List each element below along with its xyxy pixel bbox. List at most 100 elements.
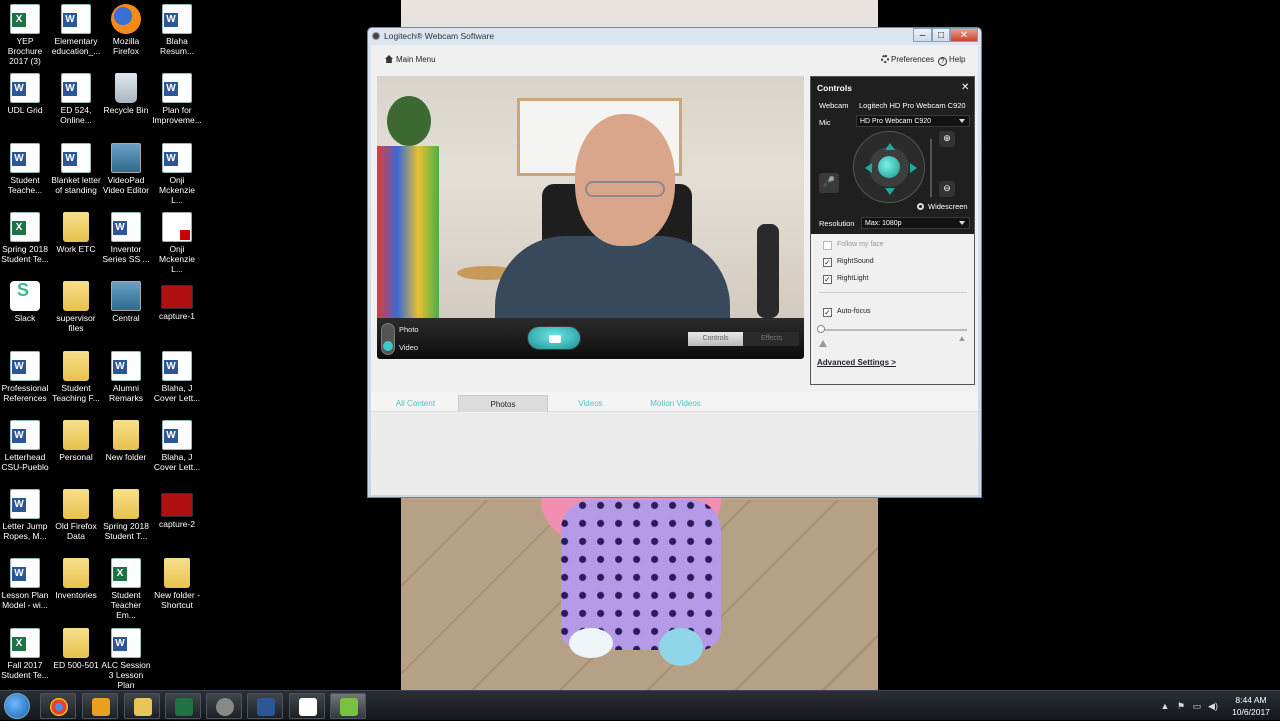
start-button[interactable]: [4, 693, 30, 719]
rightlight-label[interactable]: RightLight: [837, 275, 869, 282]
desktop-icon[interactable]: Plan for Improveme...: [152, 73, 202, 125]
advanced-settings-link[interactable]: Advanced Settings >: [817, 358, 896, 367]
tab-motion-videos[interactable]: Motion Videos: [633, 395, 718, 412]
pan-tilt-center-button[interactable]: [878, 156, 900, 178]
desktop-icon[interactable]: ALC Session 3 Lesson Plan: [101, 627, 151, 690]
auto-focus-checkbox[interactable]: ✓: [823, 308, 832, 317]
desktop-icon[interactable]: Central: [101, 281, 151, 323]
clock-time[interactable]: 8:44 AM: [1231, 695, 1271, 705]
taskbar-camtasia[interactable]: [330, 693, 366, 719]
follow-my-face-label[interactable]: Follow my face: [837, 241, 884, 248]
desktop-icon[interactable]: Spring 2018 Student T...: [101, 489, 151, 541]
desktop-icon[interactable]: Old Firefox Data: [51, 489, 101, 541]
desktop-icon-label: capture-1: [159, 311, 195, 322]
taskbar-slack[interactable]: [289, 693, 325, 719]
desktop-icon[interactable]: Blaha, J Cover Lett...: [152, 419, 202, 472]
desktop-icon[interactable]: ED 524, Online...: [51, 73, 101, 125]
close-icon[interactable]: ✕: [961, 83, 969, 93]
desktop-icon[interactable]: New folder - Shortcut: [152, 558, 202, 610]
preferences-link[interactable]: Preferences: [881, 55, 934, 64]
desktop-icon[interactable]: Letterhead CSU-Pueblo: [0, 419, 50, 472]
taskbar-outlook[interactable]: [82, 693, 118, 719]
photo-mode-label[interactable]: Photo: [399, 325, 419, 334]
photo-video-toggle[interactable]: [381, 323, 395, 355]
action-center-flag-icon[interactable]: ⚑: [1176, 701, 1186, 711]
show-hidden-icons-icon[interactable]: ▲: [1160, 701, 1170, 711]
desktop-icon[interactable]: Elementary education_...: [51, 4, 101, 56]
desktop-icon[interactable]: Fall 2017 Student Te...: [0, 627, 50, 680]
webcam-name: Logitech HD Pro Webcam C920: [859, 101, 966, 110]
resolution-dropdown[interactable]: Max: 1080p: [861, 217, 970, 229]
desktop-icon[interactable]: Lesson Plan Model - wi...: [0, 558, 50, 610]
zoom-in-icon[interactable]: ⊕: [939, 131, 955, 147]
desktop-icon[interactable]: ED 500-501: [51, 627, 101, 670]
desktop-icon[interactable]: Mozilla Firefox: [101, 4, 151, 56]
tab-all-content[interactable]: All Content: [373, 395, 458, 412]
taskbar-word[interactable]: [247, 693, 283, 719]
widescreen-radio[interactable]: [917, 203, 924, 210]
pan-left-arrow-icon[interactable]: [860, 163, 872, 173]
desktop-icon[interactable]: capture-2: [152, 489, 202, 529]
desktop-icon[interactable]: Slack: [0, 281, 50, 323]
desktop-icon[interactable]: Personal: [51, 419, 101, 462]
desktop-icon[interactable]: Student Teacher Em...: [101, 558, 151, 620]
desktop-icon[interactable]: Spring 2018 Student Te...: [0, 211, 50, 264]
tab-videos[interactable]: Videos: [548, 395, 633, 412]
pan-tilt-pad[interactable]: [853, 131, 925, 203]
desktop-icon[interactable]: Inventories: [51, 558, 101, 600]
rightsound-checkbox[interactable]: ✓: [823, 258, 832, 267]
pan-right-arrow-icon[interactable]: [910, 163, 922, 173]
desktop-icon[interactable]: Inventor Series SS ...: [101, 211, 151, 264]
record-button[interactable]: [527, 326, 581, 350]
desktop-icon[interactable]: New folder: [101, 419, 151, 462]
desktop-icon[interactable]: Blaha, J Cover Lett...: [152, 350, 202, 403]
taskbar-excel[interactable]: [165, 693, 201, 719]
desktop-icon[interactable]: YEP Brochure 2017 (3): [0, 4, 50, 66]
auto-focus-label[interactable]: Auto-focus: [837, 308, 870, 315]
desktop-icon[interactable]: capture-1: [152, 281, 202, 321]
desktop-icon[interactable]: Work ETC: [51, 211, 101, 254]
rightsound-label[interactable]: RightSound: [837, 258, 874, 265]
desktop-icon[interactable]: Blanket letter of standing: [51, 142, 101, 195]
desktop-icon[interactable]: Alumni Remarks: [101, 350, 151, 403]
window-title-bar[interactable]: Logitech® Webcam Software: [368, 28, 981, 44]
main-menu-link[interactable]: Main Menu: [385, 55, 436, 64]
desktop-icon[interactable]: VideoPad Video Editor: [101, 142, 151, 195]
help-link[interactable]: ? Help: [938, 55, 965, 66]
taskbar-file-explorer[interactable]: [124, 693, 160, 719]
video-mode-label[interactable]: Video: [399, 343, 418, 352]
desktop-icon[interactable]: Student Teache...: [0, 142, 50, 195]
maximize-button[interactable]: □: [932, 28, 950, 42]
microphone-icon[interactable]: 🎤: [819, 173, 839, 193]
desktop-icon[interactable]: Recycle Bin: [101, 73, 151, 115]
controls-tab-button[interactable]: Controls: [688, 332, 743, 346]
widescreen-label[interactable]: Widescreen: [928, 202, 968, 211]
clock-date[interactable]: 10/6/2017: [1231, 707, 1271, 717]
tilt-up-arrow-icon[interactable]: [885, 138, 895, 150]
minimize-button[interactable]: –: [913, 28, 932, 42]
desktop-icon[interactable]: Onji Mckenzie L...: [152, 142, 202, 205]
desktop-icon[interactable]: Letter Jump Ropes, M...: [0, 489, 50, 541]
mic-dropdown[interactable]: HD Pro Webcam C920: [856, 115, 970, 127]
desktop-icon[interactable]: supervisor files: [51, 281, 101, 333]
word-doc-icon: [10, 419, 40, 450]
desktop-icon[interactable]: Blaha Resum...: [152, 4, 202, 56]
desktop-icon[interactable]: Professional References: [0, 350, 50, 403]
desktop-icon[interactable]: UDL Grid: [0, 73, 50, 115]
tilt-down-arrow-icon[interactable]: [885, 188, 895, 200]
follow-my-face-checkbox[interactable]: [823, 241, 832, 250]
focus-slider-knob[interactable]: [817, 325, 825, 333]
taskbar-chrome[interactable]: [40, 693, 76, 719]
tab-photos[interactable]: Photos: [458, 395, 548, 412]
taskbar-webcam-software[interactable]: [206, 693, 242, 719]
close-button[interactable]: ✕: [950, 28, 978, 42]
volume-icon[interactable]: ◀): [1208, 701, 1218, 711]
zoom-slider[interactable]: [930, 139, 932, 197]
rightlight-checkbox[interactable]: ✓: [823, 275, 832, 284]
desktop-icon[interactable]: Student Teaching F...: [51, 350, 101, 403]
effects-tab-button[interactable]: Effects: [744, 332, 799, 346]
network-icon[interactable]: ▭: [1192, 701, 1202, 711]
desktop-icon[interactable]: Onji Mckenzie L...: [152, 211, 202, 274]
focus-slider-track[interactable]: [819, 329, 967, 331]
zoom-out-icon[interactable]: ⊖: [939, 181, 955, 197]
